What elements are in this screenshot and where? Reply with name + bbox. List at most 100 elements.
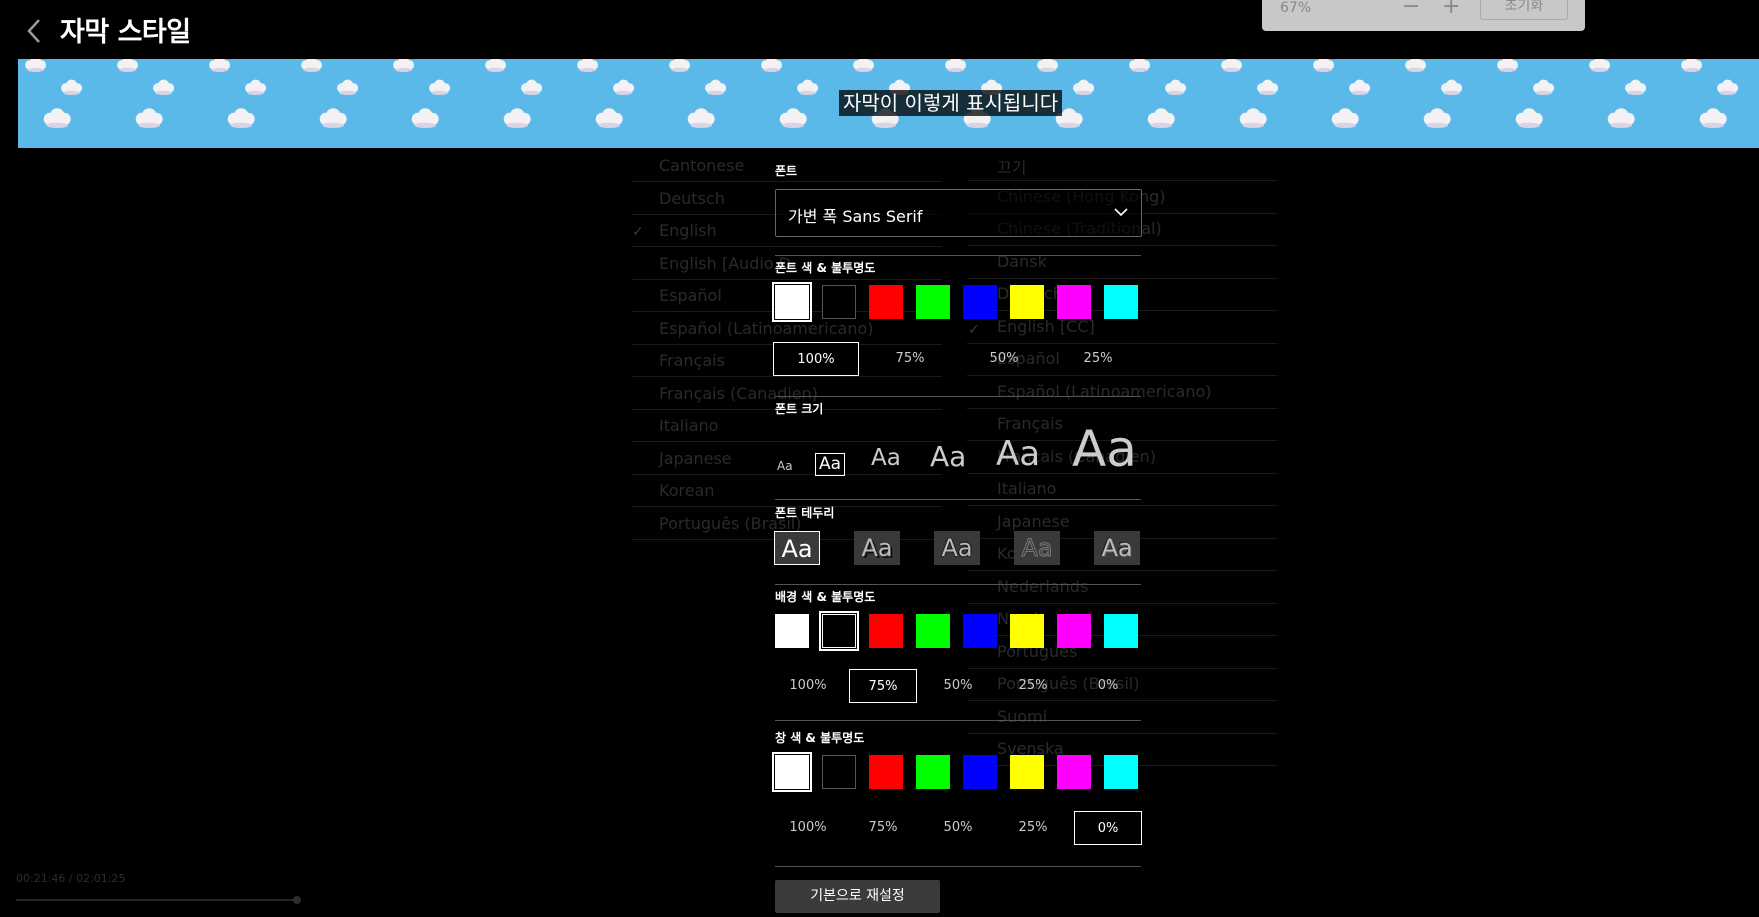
- cloud-shape: [687, 108, 715, 128]
- audio-language-item: English [Audio D: [659, 253, 791, 273]
- color-swatch[interactable]: [819, 611, 859, 651]
- audio-language-item: Español: [659, 286, 722, 305]
- audio-language-item: Español (Latinoamericano): [659, 318, 874, 338]
- color-swatch[interactable]: [869, 614, 903, 648]
- divider: [632, 246, 942, 247]
- divider: [775, 255, 1141, 256]
- divider: [967, 732, 1277, 734]
- cloud-shape: [61, 79, 83, 95]
- cloud-shape: [1221, 59, 1243, 72]
- check-icon: ✓: [968, 322, 980, 338]
- color-swatch[interactable]: [916, 285, 950, 319]
- color-swatch[interactable]: [1057, 755, 1091, 789]
- audio-language-item: Deutsch: [659, 188, 725, 208]
- cloud-shape: [245, 79, 267, 95]
- font-size-option[interactable]: Aa: [871, 447, 901, 470]
- color-swatch[interactable]: [916, 614, 950, 648]
- opacity-option[interactable]: 75%: [849, 669, 917, 703]
- opacity-option[interactable]: 0%: [1074, 811, 1142, 845]
- color-swatch[interactable]: [822, 285, 856, 319]
- font-size-option[interactable]: Aa: [777, 460, 793, 472]
- color-swatch[interactable]: [1104, 755, 1138, 789]
- cloud-shape: [319, 108, 347, 128]
- divider: [775, 866, 1141, 867]
- opacity-option[interactable]: 25%: [999, 811, 1067, 845]
- opacity-option[interactable]: 50%: [924, 811, 992, 845]
- opacity-option[interactable]: 100%: [773, 342, 859, 376]
- cloud-shape: [1699, 108, 1727, 128]
- font-edge-option[interactable]: Aa: [1094, 531, 1140, 565]
- color-swatch[interactable]: [1010, 614, 1044, 648]
- color-swatch[interactable]: [963, 285, 997, 319]
- subtitle-language-item: Italiano: [997, 479, 1057, 498]
- cloud-shape: [1497, 59, 1519, 72]
- cloud-shape: [1037, 59, 1059, 72]
- cloud-shape: [613, 79, 635, 95]
- subtitle-language-item: Français: [997, 414, 1063, 433]
- opacity-option[interactable]: 100%: [774, 811, 842, 845]
- font-size-option[interactable]: Aa: [815, 453, 846, 476]
- check-icon: ✓: [632, 224, 644, 240]
- cloud-shape: [1331, 108, 1359, 128]
- opacity-option[interactable]: 25%: [1055, 342, 1141, 376]
- zoom-reset-button[interactable]: 초기화: [1480, 0, 1568, 20]
- divider: [775, 584, 1141, 585]
- opacity-option[interactable]: 100%: [774, 669, 842, 703]
- color-swatch[interactable]: [963, 614, 997, 648]
- font-size-option[interactable]: Aa: [996, 437, 1040, 471]
- cloud-shape: [945, 59, 967, 72]
- color-swatch[interactable]: [1104, 614, 1138, 648]
- subtitle-language-item: Suomi: [997, 706, 1048, 726]
- color-swatch[interactable]: [1010, 285, 1044, 319]
- color-swatch[interactable]: [1057, 285, 1091, 319]
- color-swatch[interactable]: [772, 282, 812, 322]
- divider: [967, 505, 1277, 506]
- opacity-option[interactable]: 25%: [999, 669, 1067, 703]
- opacity-option[interactable]: 50%: [961, 342, 1047, 376]
- opacity-option[interactable]: 0%: [1074, 669, 1142, 703]
- zoom-in-button[interactable]: +: [1442, 0, 1460, 19]
- divider: [967, 245, 1277, 246]
- opacity-option[interactable]: 75%: [849, 811, 917, 845]
- font-edge-option[interactable]: Aa: [774, 531, 820, 565]
- cloud-shape: [1681, 59, 1703, 72]
- reset-to-default-button[interactable]: 기본으로 재설정: [775, 880, 940, 913]
- back-button[interactable]: [20, 14, 50, 48]
- opacity-option[interactable]: 50%: [924, 669, 992, 703]
- font-edge-option[interactable]: Aa: [934, 531, 980, 565]
- font-select[interactable]: 가변 폭 Sans Serif: [775, 189, 1142, 237]
- color-swatch[interactable]: [1010, 755, 1044, 789]
- font-edge-option[interactable]: Aa: [854, 531, 900, 565]
- color-swatch[interactable]: [916, 755, 950, 789]
- color-swatch[interactable]: [775, 614, 809, 648]
- subtitle-language-item: Japanese: [997, 511, 1070, 531]
- zoom-out-button[interactable]: −: [1402, 0, 1420, 19]
- color-swatch[interactable]: [869, 285, 903, 319]
- playback-time: 00:21:46 / 02:01:25: [16, 872, 126, 885]
- cloud-shape: [301, 59, 323, 72]
- cloud-shape: [1147, 108, 1175, 128]
- cloud-shape: [1589, 59, 1611, 72]
- color-swatch[interactable]: [1104, 285, 1138, 319]
- cloud-shape: [1313, 59, 1335, 72]
- cloud-shape: [337, 79, 359, 95]
- color-swatch[interactable]: [822, 755, 856, 789]
- cloud-shape: [227, 108, 255, 128]
- font-size-option[interactable]: Aa: [930, 443, 966, 471]
- audio-language-item: Korean: [659, 481, 715, 500]
- cloud-shape: [429, 79, 451, 95]
- color-swatch[interactable]: [1057, 614, 1091, 648]
- opacity-option[interactable]: 75%: [867, 342, 953, 376]
- audio-language-item: Japanese: [659, 448, 732, 468]
- cloud-shape: [135, 108, 163, 128]
- font-color-label: 폰트 색 & 불투명도: [775, 261, 876, 275]
- cloud-shape: [853, 59, 875, 72]
- cloud-shape: [411, 108, 439, 128]
- color-swatch[interactable]: [772, 752, 812, 792]
- bg-color-label: 배경 색 & 불투명도: [775, 590, 876, 604]
- font-size-option[interactable]: Aa: [1072, 424, 1137, 474]
- color-swatch[interactable]: [963, 755, 997, 789]
- color-swatch[interactable]: [869, 755, 903, 789]
- divider: [775, 499, 1141, 500]
- font-edge-option[interactable]: Aa: [1014, 531, 1060, 565]
